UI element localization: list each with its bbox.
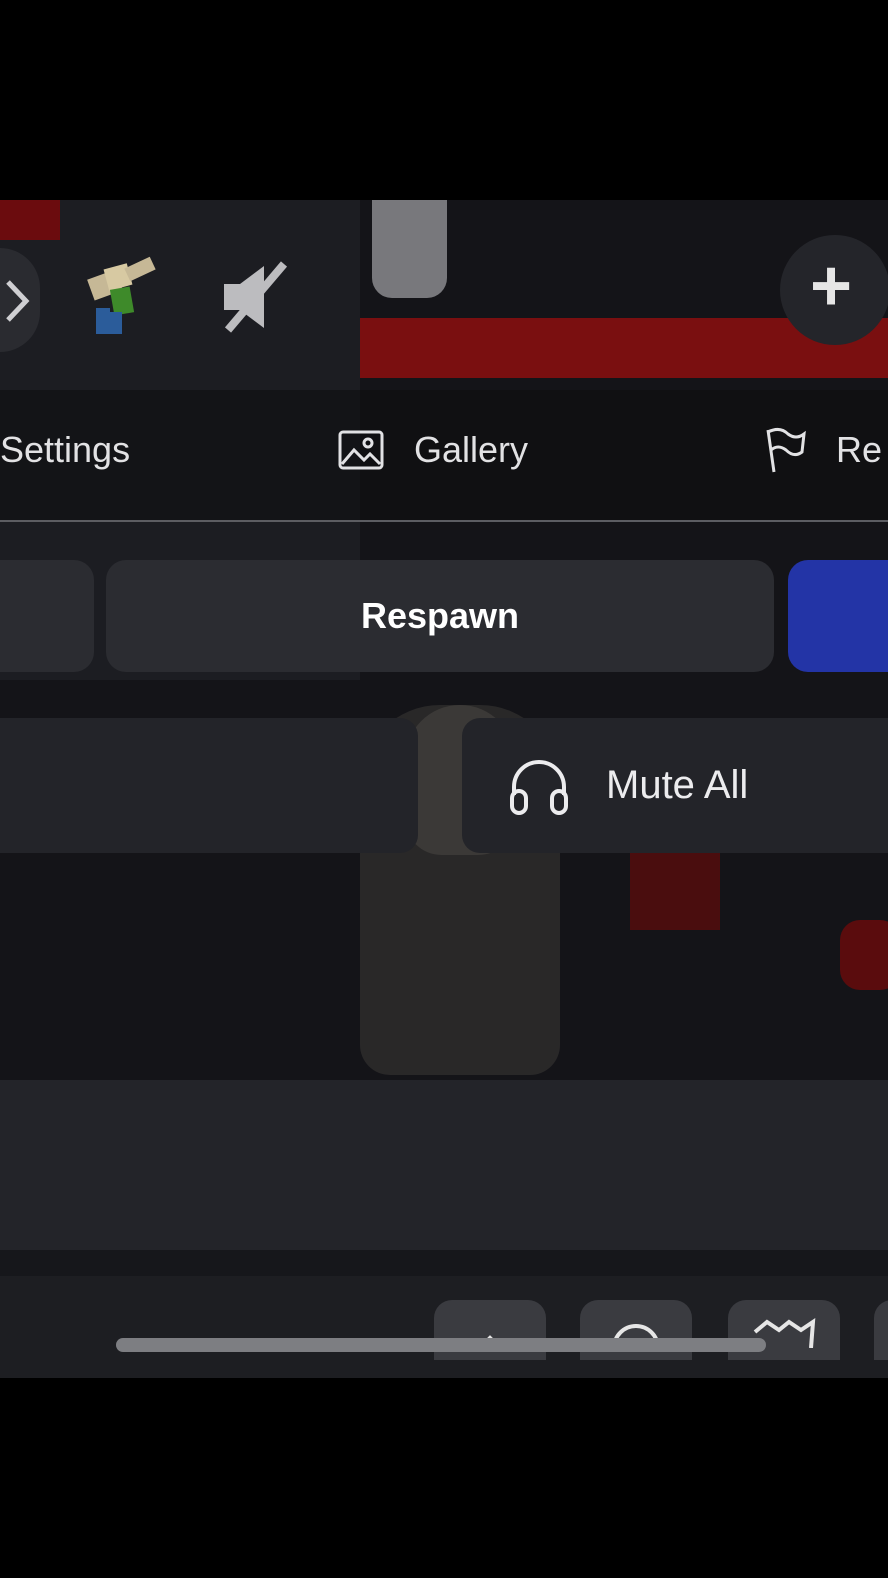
respawn-label: Respawn [360,595,520,636]
leave-button[interactable] [0,560,94,672]
tab-report-label: Re [836,429,883,470]
scene-red-corner [0,200,60,240]
scene-white-block [372,200,447,298]
bottom-button-4[interactable] [874,1300,888,1360]
headphones-icon [508,757,570,815]
screen: + Settings Gallery Re Respawn Mute All [0,0,888,1578]
image-icon [338,430,384,470]
tab-report[interactable]: Re [762,425,882,475]
tab-settings[interactable]: Settings [0,425,130,475]
add-button[interactable]: + [780,235,888,345]
muted-speaker-icon[interactable] [220,260,290,334]
avatar-icon[interactable] [76,256,156,346]
plus-icon: + [809,246,853,326]
resume-button[interactable] [788,560,888,672]
flag-icon [762,426,806,474]
mute-all-button[interactable]: Mute All [462,718,888,853]
scene-red-block [630,840,720,930]
home-indicator[interactable] [116,1338,766,1352]
voice-panel-left[interactable] [0,718,418,853]
tab-divider [0,520,888,522]
tab-gallery[interactable]: Gallery [338,425,528,475]
respawn-button[interactable]: Respawn [106,560,774,672]
scene-red-block-2 [840,920,888,990]
tab-gallery-label: Gallery [414,429,529,470]
tab-settings-label: Settings [0,429,131,470]
mute-all-label: Mute All [606,763,749,807]
game-viewport: + Settings Gallery Re Respawn Mute All [0,200,888,1378]
bottom-panel [0,1080,888,1250]
